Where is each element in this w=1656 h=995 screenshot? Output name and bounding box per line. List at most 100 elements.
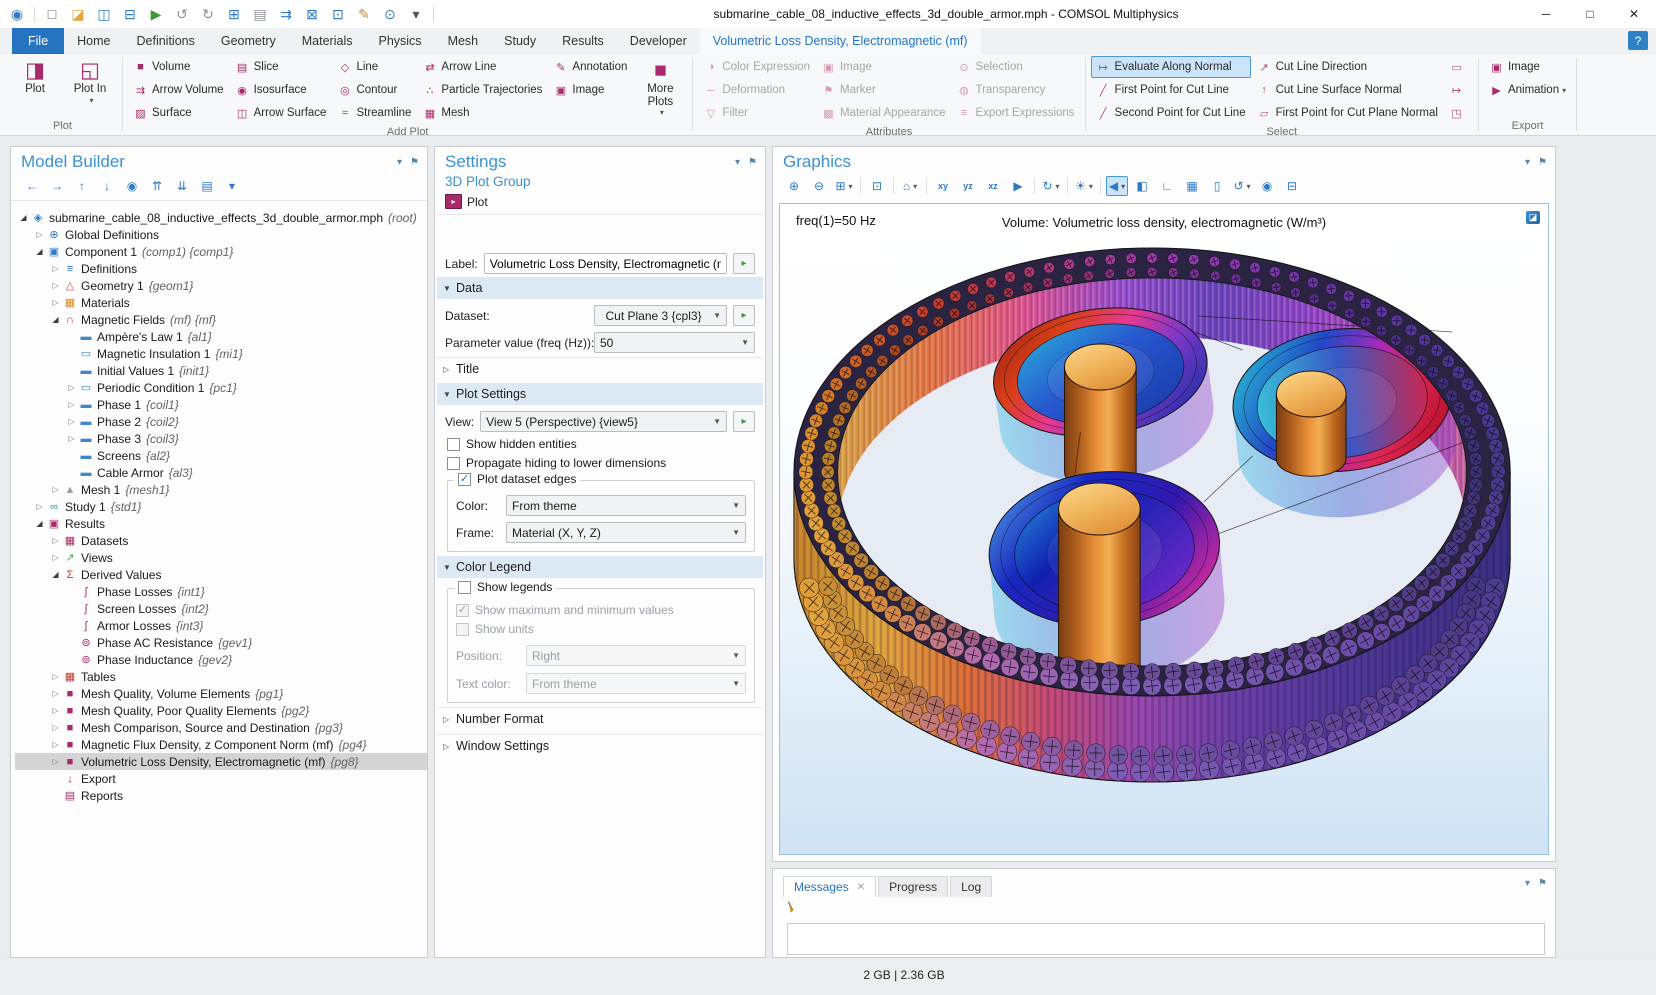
- tree-item[interactable]: ▷≡Definitions: [15, 260, 427, 277]
- line-button[interactable]: ◇Line: [332, 56, 416, 78]
- tab-study[interactable]: Study: [491, 28, 549, 54]
- save-as-icon[interactable]: ⊟: [119, 3, 141, 25]
- tree-item[interactable]: ▷■Mesh Comparison, Source and Destinatio…: [15, 719, 427, 736]
- menu-arrow-icon[interactable]: ▾: [405, 3, 427, 25]
- tree-item[interactable]: ▷■Volumetric Loss Density, Electromagnet…: [15, 753, 427, 770]
- position-dropdown[interactable]: Right ▼: [526, 645, 746, 666]
- redo-icon[interactable]: ↻: [197, 3, 219, 25]
- annotation-button[interactable]: ✎Annotation: [548, 56, 632, 78]
- filter-button[interactable]: ▽Filter: [698, 102, 815, 124]
- attribute-image-button[interactable]: ▣Image: [816, 56, 950, 78]
- tree-item[interactable]: ◢∩Magnetic Fields(mf) {mf}: [15, 311, 427, 328]
- tab-developer[interactable]: Developer: [617, 28, 700, 54]
- tree-expanded-icon[interactable]: ◢: [49, 570, 62, 579]
- material-appearance-button[interactable]: ▩Material Appearance: [816, 102, 950, 124]
- propagate-hiding-checkbox[interactable]: [447, 457, 460, 470]
- move-up-icon[interactable]: ↑: [71, 176, 93, 196]
- deformation-button[interactable]: ∼Deformation: [698, 79, 815, 101]
- show-units-checkbox[interactable]: [456, 623, 469, 636]
- plot-button[interactable]: ◨Plot: [8, 56, 62, 96]
- select-mode-button[interactable]: ◀▾: [1106, 176, 1128, 196]
- close-button[interactable]: ✕: [1612, 0, 1656, 28]
- isosurface-button[interactable]: ◉Isosurface: [230, 79, 332, 101]
- show-legends-checkbox[interactable]: [458, 581, 471, 594]
- chevron-down-icon[interactable]: ▾: [735, 157, 740, 168]
- label-input[interactable]: [484, 253, 727, 274]
- tree-collapsed-icon[interactable]: ▷: [65, 417, 78, 426]
- tree-item[interactable]: ▷∞Study 1{std1}: [15, 498, 427, 515]
- tab-home[interactable]: Home: [64, 28, 123, 54]
- section-title[interactable]: ▷ Title: [437, 357, 763, 380]
- tree-collapsed-icon[interactable]: ▷: [65, 434, 78, 443]
- minimize-button[interactable]: ─: [1524, 0, 1568, 28]
- dataset-indicator-icon[interactable]: ◪: [1526, 211, 1540, 224]
- tab-results[interactable]: Results: [549, 28, 617, 54]
- print-button[interactable]: ⊟: [1281, 176, 1303, 196]
- chevron-down-icon[interactable]: ▾: [397, 157, 402, 168]
- run-icon[interactable]: ▶: [145, 3, 167, 25]
- color-expression-button[interactable]: ◑Color Expression: [698, 56, 815, 78]
- dataset-dropdown[interactable]: Cut Plane 3 {cpl3} ▼: [594, 305, 727, 326]
- tab-messages[interactable]: Messages✕: [783, 876, 876, 897]
- tree-item[interactable]: ▷▲Mesh 1{mesh1}: [15, 481, 427, 498]
- view-xz-button[interactable]: xz: [982, 176, 1004, 196]
- collapse-all-icon[interactable]: ⇈: [146, 176, 168, 196]
- tree-item[interactable]: ▷▬Phase 3{coil3}: [15, 430, 427, 447]
- tree-item[interactable]: ▬Cable Armor{al3}: [15, 464, 427, 481]
- go-to-default-view-button[interactable]: ⌂▾: [899, 176, 921, 196]
- view-xy-button[interactable]: xy: [932, 176, 954, 196]
- cut-plane-pointer-button[interactable]: ◳: [1444, 102, 1473, 124]
- selection-button[interactable]: ⊙Selection: [951, 56, 1079, 78]
- plot-dataset-edges-checkbox[interactable]: [458, 473, 471, 486]
- grid-toggle-button[interactable]: ▦: [1181, 176, 1203, 196]
- image-snapshot-button[interactable]: ◉: [1256, 176, 1278, 196]
- tree-collapsed-icon[interactable]: ▷: [49, 757, 62, 766]
- cut-plane-normal-button[interactable]: ↦: [1444, 79, 1473, 101]
- contour-button[interactable]: ◎Contour: [332, 79, 416, 101]
- tree-item[interactable]: ▷▦Datasets: [15, 532, 427, 549]
- text-color-dropdown[interactable]: From theme ▼: [526, 673, 746, 694]
- tree-collapsed-icon[interactable]: ▷: [49, 298, 62, 307]
- color-legend-toggle-button[interactable]: ▯: [1206, 176, 1228, 196]
- view-yz-button[interactable]: yz: [957, 176, 979, 196]
- open-icon[interactable]: ◪: [67, 3, 89, 25]
- tree-item[interactable]: ▬Ampère's Law 1{al1}: [15, 328, 427, 345]
- animation-button[interactable]: ▶Animation▾: [1484, 79, 1571, 101]
- tree-collapsed-icon[interactable]: ▷: [65, 383, 78, 392]
- tree-collapsed-icon[interactable]: ▷: [33, 502, 46, 511]
- tree-item[interactable]: ∫Phase Losses{int1}: [15, 583, 427, 600]
- zoom-in-button[interactable]: ⊕: [783, 176, 805, 196]
- tree-item[interactable]: ▷▦Materials: [15, 294, 427, 311]
- tree-collapsed-icon[interactable]: ▷: [33, 230, 46, 239]
- tree-item[interactable]: ∫Armor Losses{int3}: [15, 617, 427, 634]
- pin-icon[interactable]: ⚑: [410, 157, 419, 168]
- move-down-icon[interactable]: ↓: [96, 176, 118, 196]
- tree-item[interactable]: ◢◈submarine_cable_08_inductive_effects_3…: [15, 209, 427, 226]
- tree-item[interactable]: ▬Screens{al2}: [15, 447, 427, 464]
- cut-line-surface-normal-button[interactable]: ↑Cut Line Surface Normal: [1252, 79, 1443, 101]
- edge-color-dropdown[interactable]: From theme ▼: [506, 495, 746, 516]
- tree-collapsed-icon[interactable]: ▷: [49, 264, 62, 273]
- volume-button[interactable]: ■Volume: [128, 56, 229, 78]
- tree-expanded-icon[interactable]: ◢: [17, 213, 30, 222]
- tab-log[interactable]: Log: [950, 876, 992, 897]
- show-max-min-checkbox[interactable]: [456, 604, 469, 617]
- section-window-settings[interactable]: ▷ Window Settings: [437, 734, 763, 757]
- transparency-toggle-button[interactable]: ◧: [1131, 176, 1153, 196]
- first-point-for-cut-plane-normal-button[interactable]: ▱First Point for Cut Plane Normal: [1252, 102, 1443, 124]
- zoom-extents-button[interactable]: ⊡: [866, 176, 888, 196]
- copy-icon[interactable]: ⊞: [223, 3, 245, 25]
- tree-item[interactable]: ▷▬Phase 1{coil1}: [15, 396, 427, 413]
- arrow-surface-button[interactable]: ◫Arrow Surface: [230, 102, 332, 124]
- tree-item[interactable]: ∫Screen Losses{int2}: [15, 600, 427, 617]
- tree-item[interactable]: ▷■Mesh Quality, Poor Quality Elements{pg…: [15, 702, 427, 719]
- tree-item[interactable]: ▷■Magnetic Flux Density, z Component Nor…: [15, 736, 427, 753]
- find-icon[interactable]: ⊙: [379, 3, 401, 25]
- tree-expanded-icon[interactable]: ◢: [33, 519, 46, 528]
- tree-expanded-icon[interactable]: ◢: [33, 247, 46, 256]
- cut-plane-select-button[interactable]: ▭: [1444, 56, 1473, 78]
- second-point-for-cut-line-button[interactable]: ╱Second Point for Cut Line: [1091, 102, 1251, 124]
- tree-collapsed-icon[interactable]: ▷: [49, 689, 62, 698]
- select-box-icon[interactable]: ⊡: [327, 3, 349, 25]
- tree-collapsed-icon[interactable]: ▷: [49, 553, 62, 562]
